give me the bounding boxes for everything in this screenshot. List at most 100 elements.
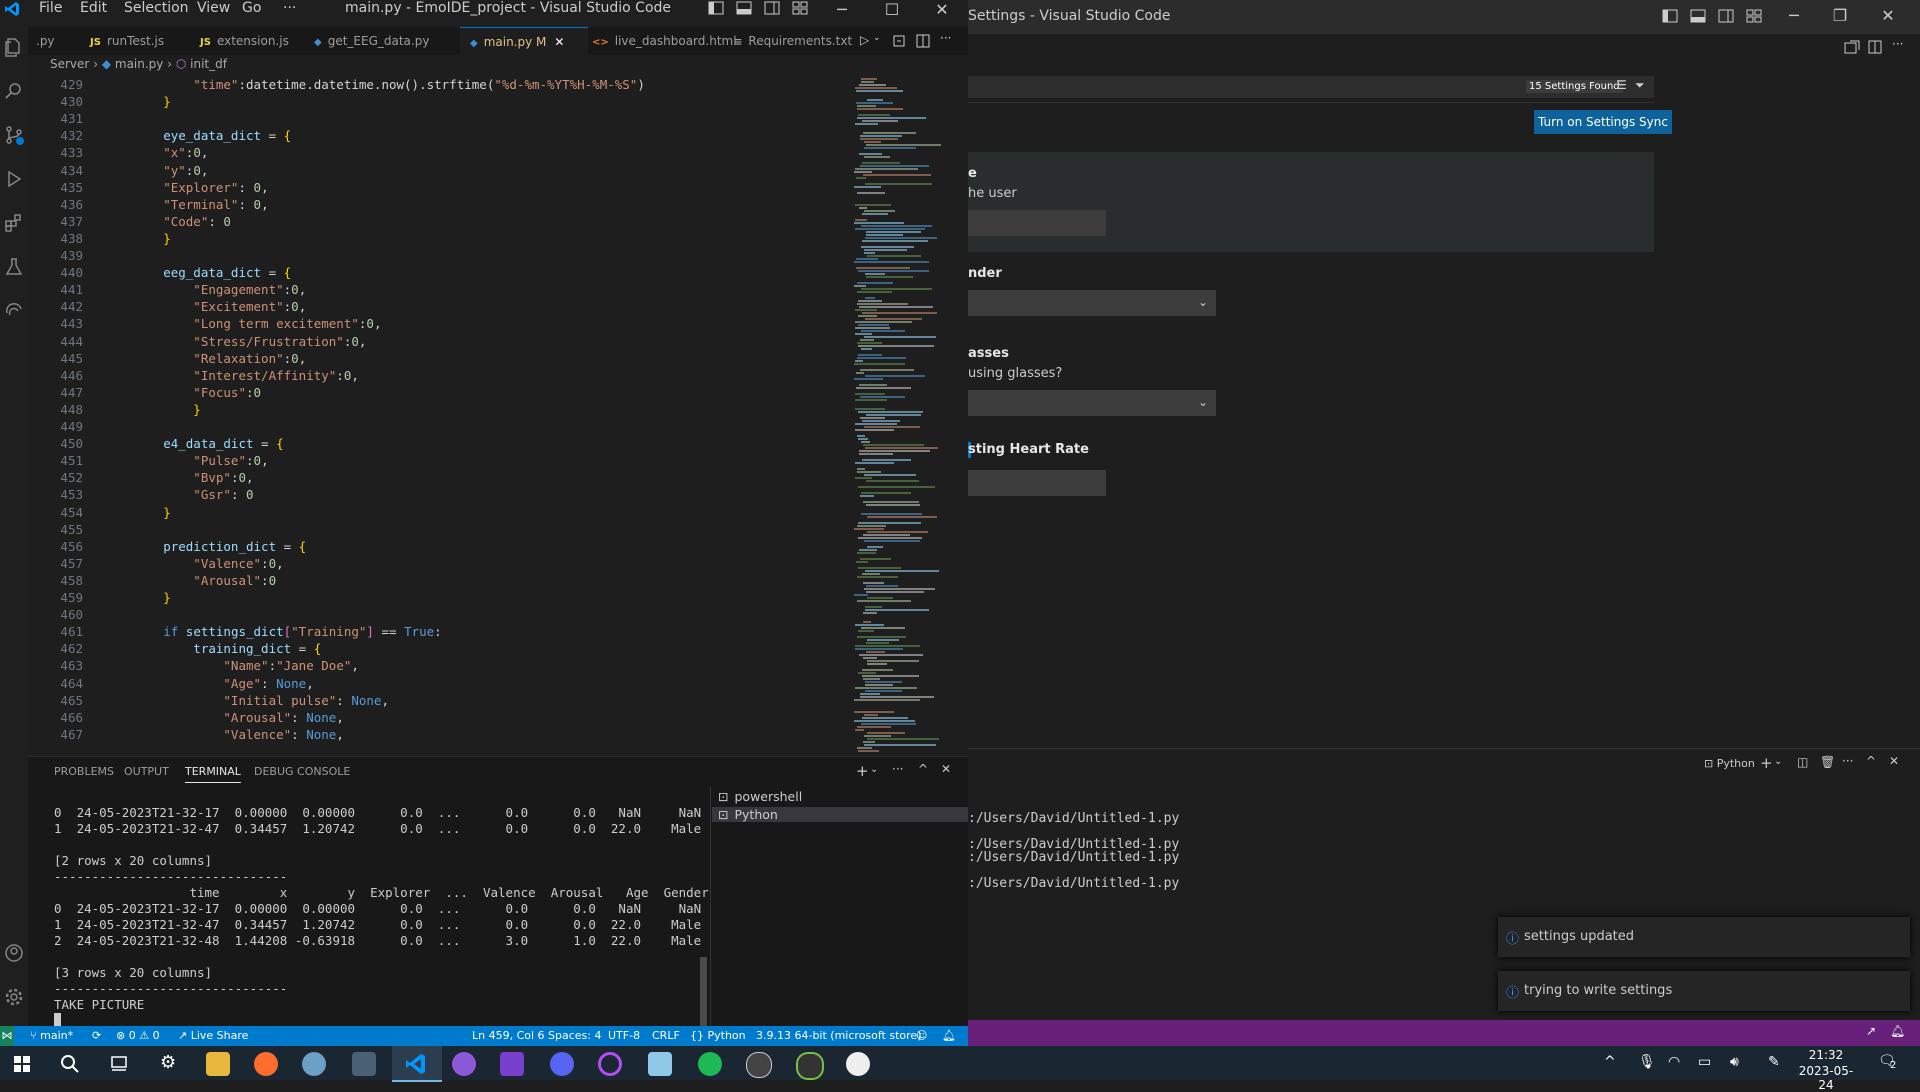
feedback-icon[interactable]: ☺: [916, 1029, 927, 1042]
code-line[interactable]: 440 eeg_data_dict = {: [28, 264, 291, 281]
tab-live-dashboard-html[interactable]: <> live_dashboard.html: [592, 27, 742, 55]
open-changes-icon[interactable]: [892, 34, 906, 48]
code-line[interactable]: 462 training_dict = {: [28, 640, 321, 657]
run-dropdown-icon[interactable]: ⌄: [873, 33, 881, 43]
indentation[interactable]: Spaces: 4: [548, 1029, 601, 1042]
problems-count[interactable]: ⊗ 0 ⚠ 0: [116, 1029, 160, 1042]
code-line[interactable]: 431: [28, 110, 103, 127]
code-line[interactable]: 441 "Engagement":0,: [28, 281, 306, 298]
menu-selection[interactable]: Selection: [124, 0, 189, 18]
close-window-button[interactable]: ✕: [922, 0, 962, 19]
accounts-icon[interactable]: [4, 943, 24, 963]
search-icon[interactable]: [4, 81, 24, 101]
filter-icon[interactable]: ⏷: [1635, 78, 1645, 93]
spotify-icon[interactable]: [698, 1052, 722, 1076]
new-terminal-icon[interactable]: +: [856, 762, 869, 780]
code-line[interactable]: 430 }: [28, 93, 170, 110]
firefox-icon[interactable]: [254, 1052, 278, 1076]
remote-indicator-icon[interactable]: ⋈: [0, 1026, 14, 1046]
code-line[interactable]: 446 "Interest/Affinity":0,: [28, 367, 358, 384]
chevron-down-icon[interactable]: ⌄: [1774, 756, 1782, 767]
code-line[interactable]: 442 "Excitement":0,: [28, 298, 306, 315]
notification-toast[interactable]: ⓘ trying to write settings: [1498, 971, 1910, 1011]
toggle-secondary-sidebar-icon[interactable]: [764, 1, 780, 15]
close-panel-icon[interactable]: ✕: [1889, 754, 1899, 768]
customize-layout-icon[interactable]: [792, 1, 808, 15]
tab-terminal[interactable]: TERMINAL: [185, 765, 241, 783]
setting-text-input[interactable]: [968, 210, 1106, 236]
restore-button[interactable]: ❐: [1820, 6, 1860, 25]
toggle-panel-icon[interactable]: [1690, 9, 1706, 23]
git-branch[interactable]: ⑂ main*: [30, 1029, 73, 1042]
notification-toast[interactable]: ⓘ settings updated: [1498, 917, 1910, 957]
more-actions-icon[interactable]: ···: [892, 762, 903, 776]
code-line[interactable]: 429 "time":datetime.datetime.now().strft…: [28, 76, 644, 93]
tab-main-py[interactable]: ◆ main.py M ✕: [460, 27, 588, 55]
code-line[interactable]: 436 "Terminal": 0,: [28, 196, 268, 213]
menu-view[interactable]: View: [197, 0, 230, 18]
code-line[interactable]: 454 }: [28, 504, 170, 521]
notifications-bell-icon[interactable]: 🔔︎: [1890, 1024, 1905, 1038]
code-editor[interactable]: 429 "time":datetime.datetime.now().strft…: [28, 76, 848, 756]
turn-on-settings-sync-button[interactable]: Turn on Settings Sync: [1534, 110, 1672, 134]
terminal-scrollbar[interactable]: [700, 957, 707, 1027]
toggle-primary-sidebar-icon[interactable]: [1662, 9, 1678, 23]
volume-icon[interactable]: 🔊︎: [1730, 1054, 1739, 1070]
code-line[interactable]: 432 eye_data_dict = {: [28, 127, 291, 144]
split-editor-icon[interactable]: [916, 34, 930, 48]
menu-file[interactable]: File: [39, 0, 62, 18]
code-line[interactable]: 438 }: [28, 230, 170, 247]
code-line[interactable]: 457 "Valence":0,: [28, 555, 283, 572]
code-line[interactable]: 443 "Long term excitement":0,: [28, 315, 381, 332]
code-line[interactable]: 445 "Relaxation":0,: [28, 350, 306, 367]
taskbar-search-icon[interactable]: [60, 1054, 80, 1074]
file-explorer-icon[interactable]: [206, 1052, 230, 1076]
code-line[interactable]: 437 "Code": 0: [28, 213, 231, 230]
code-line[interactable]: 465 "Initial pulse": None,: [28, 692, 389, 709]
live-share[interactable]: ↗ Live Share: [178, 1029, 248, 1042]
breadcrumb-file[interactable]: main.py: [115, 57, 164, 71]
maximize-panel-icon[interactable]: ^: [1866, 754, 1876, 768]
breadcrumb-symbol[interactable]: init_df: [190, 57, 227, 71]
sync-icon[interactable]: ⟳: [92, 1029, 101, 1042]
code-line[interactable]: 453 "Gsr": 0: [28, 486, 253, 503]
testing-icon[interactable]: [4, 257, 24, 277]
split-editor-icon[interactable]: [1868, 40, 1882, 54]
maximize-button[interactable]: ☐: [872, 0, 912, 19]
more-actions-icon[interactable]: ···: [940, 31, 951, 45]
more-actions-icon[interactable]: ···: [1842, 754, 1853, 768]
toggle-secondary-sidebar-icon[interactable]: [1718, 9, 1734, 23]
language-mode[interactable]: {} Python: [690, 1029, 746, 1042]
tab-output[interactable]: OUTPUT: [124, 765, 169, 778]
app-icon[interactable]: [796, 1052, 824, 1080]
battery-icon[interactable]: ▭: [1698, 1054, 1711, 1070]
code-line[interactable]: 459 }: [28, 589, 170, 606]
setting-dropdown[interactable]: ⌄: [968, 290, 1216, 316]
notes-app-icon[interactable]: [648, 1052, 672, 1076]
python-interpreter[interactable]: 3.9.13 64-bit (microsoft store): [756, 1029, 921, 1042]
task-view-icon[interactable]: [110, 1055, 128, 1073]
breadcrumb-folder[interactable]: Server: [50, 57, 89, 71]
remote-explorer-icon[interactable]: [4, 301, 24, 321]
show-hidden-icons-icon[interactable]: ^: [1604, 1054, 1616, 1070]
terminal-list-item-active[interactable]: ⊡ Python: [712, 807, 968, 822]
tab-requirements-txt[interactable]: ≡ Requirements.txt: [734, 27, 874, 55]
tab-debug-console[interactable]: DEBUG CONSOLE: [254, 765, 350, 778]
menu-more[interactable]: ···: [283, 0, 296, 18]
calculator-icon[interactable]: [352, 1052, 376, 1076]
code-line[interactable]: 435 "Explorer": 0,: [28, 179, 268, 196]
obs-icon[interactable]: [746, 1052, 772, 1078]
open-settings-json-icon[interactable]: [1844, 40, 1860, 54]
code-line[interactable]: 447 "Focus":0: [28, 384, 261, 401]
maximize-panel-icon[interactable]: ^: [918, 762, 928, 776]
vscode-logo-icon[interactable]: [4, 1, 20, 17]
settings-app-icon[interactable]: ⚙: [160, 1052, 176, 1073]
code-line[interactable]: 463 "Name":"Jane Doe",: [28, 657, 358, 674]
extensions-icon[interactable]: [4, 213, 24, 233]
pen-icon[interactable]: ✎: [1768, 1054, 1780, 1070]
end-of-line[interactable]: CRLF: [652, 1029, 680, 1042]
tab-py-file[interactable]: .py: [36, 27, 76, 55]
minimize-button[interactable]: ─: [822, 0, 862, 19]
code-line[interactable]: 433 "x":0,: [28, 144, 208, 161]
code-line[interactable]: 467 "Valence": None,: [28, 726, 343, 743]
